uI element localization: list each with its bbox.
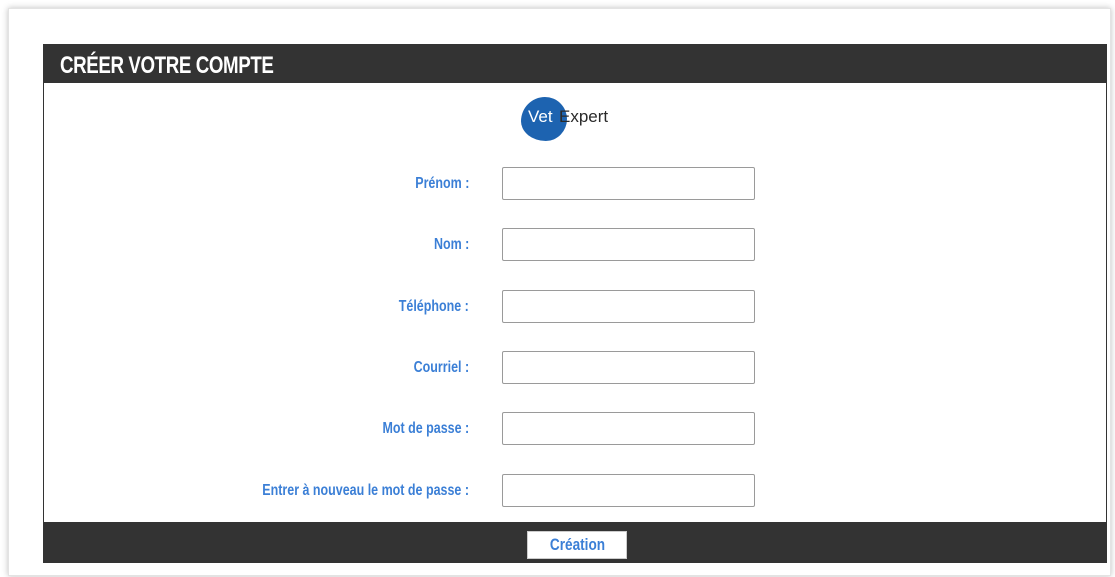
vetexpert-logo: Vet Expert [521, 95, 641, 141]
form-row-first-name: Prénom : [44, 167, 1106, 200]
form-row-password: Mot de passe : [44, 412, 1106, 445]
form-row-phone: Téléphone : [44, 290, 1106, 323]
header-bar: CRÉER VOTRE COMPTE [44, 45, 1106, 83]
confirm-password-label: Entrer à nouveau le mot de passe : [262, 482, 469, 499]
email-label: Courriel : [413, 359, 469, 376]
password-label: Mot de passe : [382, 420, 469, 437]
logo-text-expert: Expert [559, 107, 609, 126]
page-title: CRÉER VOTRE COMPTE [60, 52, 274, 79]
confirm-password-input[interactable] [502, 474, 755, 507]
page-frame: CRÉER VOTRE COMPTE Vet Expert Prénom : N… [8, 8, 1111, 576]
last-name-label: Nom : [433, 236, 469, 253]
phone-label: Téléphone : [398, 298, 469, 315]
last-name-input[interactable] [502, 228, 755, 261]
form-row-confirm-password: Entrer à nouveau le mot de passe : [44, 474, 1106, 507]
form-row-last-name: Nom : [44, 228, 1106, 261]
create-account-button[interactable]: Création [527, 531, 627, 559]
footer-bar: Création [44, 522, 1106, 562]
logo-text-vet: Vet [528, 107, 553, 126]
phone-input[interactable] [502, 290, 755, 323]
first-name-label: Prénom : [414, 175, 469, 192]
first-name-input[interactable] [502, 167, 755, 200]
password-input[interactable] [502, 412, 755, 445]
form-row-email: Courriel : [44, 351, 1106, 384]
create-account-button-label: Création [549, 535, 605, 554]
account-creation-card: CRÉER VOTRE COMPTE Vet Expert Prénom : N… [43, 44, 1107, 563]
email-input[interactable] [502, 351, 755, 384]
